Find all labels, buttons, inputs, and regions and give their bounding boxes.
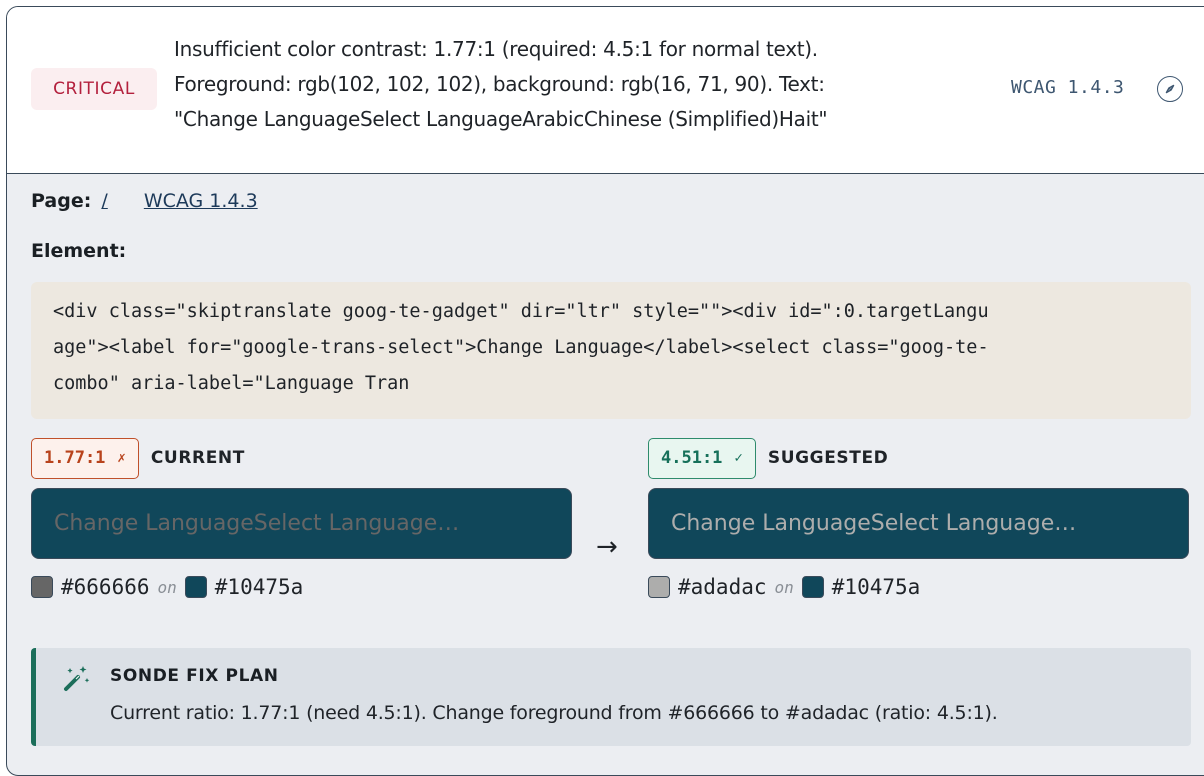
current-ratio: 1.77:1 bbox=[44, 448, 106, 468]
current-contrast: 1.77:1 ✗ CURRENT Change LanguageSelect L… bbox=[31, 437, 572, 599]
magic-wand-icon bbox=[64, 666, 90, 691]
compass-icon-glyph bbox=[1165, 84, 1175, 94]
issue-message: Insufficient color contrast: 1.77:1 (req… bbox=[174, 32, 974, 137]
issue-message-line: Foreground: rgb(102, 102, 102), backgrou… bbox=[174, 72, 825, 96]
current-colors: #666666 on #10475a bbox=[31, 575, 572, 599]
fix-plan-title: SONDE FIX PLAN bbox=[110, 666, 279, 686]
issue-message-line: Insufficient color contrast: 1.77:1 (req… bbox=[174, 37, 818, 61]
suggested-preview: Change LanguageSelect Language… bbox=[648, 488, 1189, 559]
page-label: Page: bbox=[31, 190, 92, 212]
foreground-hex: #666666 bbox=[61, 575, 150, 599]
suggested-ratio-badge: 4.51:1 ✓ bbox=[648, 437, 756, 479]
foreground-swatch bbox=[31, 576, 53, 598]
check-icon: ✓ bbox=[734, 450, 743, 466]
meta-row: Page: / WCAG 1.4.3 bbox=[31, 190, 258, 212]
arrow-right-icon: → bbox=[596, 532, 618, 562]
code-line: combo" aria-label="Language Tran bbox=[53, 373, 410, 394]
current-ratio-badge: 1.77:1 ✗ bbox=[31, 437, 139, 479]
severity-badge: CRITICAL bbox=[31, 68, 157, 110]
fail-icon: ✗ bbox=[117, 450, 126, 466]
element-label: Element: bbox=[31, 240, 127, 262]
fix-plan-text: Current ratio: 1.77:1 (need 4.5:1). Chan… bbox=[110, 702, 998, 724]
page-link[interactable]: / bbox=[101, 190, 107, 212]
on-label: on bbox=[157, 577, 177, 597]
foreground-hex: #adadac bbox=[678, 575, 767, 599]
background-swatch bbox=[184, 576, 207, 598]
code-line: <div class="skiptranslate goog-te-gadget… bbox=[53, 301, 989, 322]
background-hex: #10475a bbox=[214, 575, 304, 599]
current-title: CURRENT bbox=[150, 448, 245, 468]
foreground-swatch bbox=[648, 576, 670, 598]
on-label: on bbox=[774, 577, 794, 597]
issue-card: CRITICAL Insufficient color contrast: 1.… bbox=[6, 6, 1204, 776]
background-hex: #10475a bbox=[831, 575, 921, 599]
wcag-link[interactable]: WCAG 1.4.3 bbox=[144, 190, 258, 212]
issue-message-line: "Change LanguageSelect LanguageArabicChi… bbox=[174, 107, 828, 131]
current-preview: Change LanguageSelect Language… bbox=[31, 488, 572, 559]
element-code: <div class="skiptranslate goog-te-gadget… bbox=[31, 282, 1191, 419]
background-swatch bbox=[801, 576, 824, 598]
compass-icon[interactable] bbox=[1157, 76, 1183, 102]
suggested-ratio: 4.51:1 bbox=[661, 448, 723, 468]
issue-header[interactable]: CRITICAL Insufficient color contrast: 1.… bbox=[7, 7, 1204, 174]
suggested-colors: #adadac on #10475a bbox=[648, 575, 1189, 599]
code-line: age"><label for="google-trans-select">Ch… bbox=[53, 337, 989, 358]
fix-plan: SONDE FIX PLAN Current ratio: 1.77:1 (ne… bbox=[31, 648, 1191, 746]
suggested-contrast: 4.51:1 ✓ SUGGESTED Change LanguageSelect… bbox=[648, 437, 1189, 599]
wcag-tag: WCAG 1.4.3 bbox=[1011, 77, 1125, 98]
suggested-title: SUGGESTED bbox=[767, 448, 889, 468]
